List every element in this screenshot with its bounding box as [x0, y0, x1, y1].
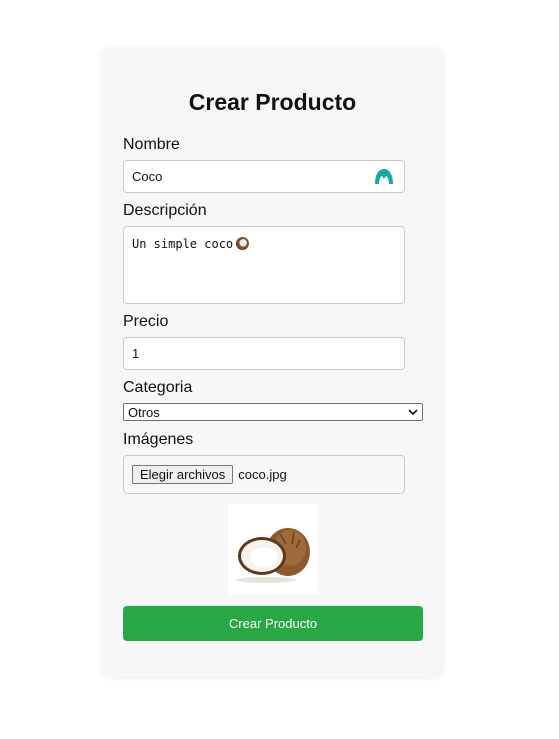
- chevron-down-icon: [408, 409, 418, 416]
- coconut-image: [236, 528, 310, 583]
- crear-producto-button[interactable]: Crear Producto: [123, 606, 423, 641]
- precio-label: Precio: [123, 313, 169, 330]
- imagenes-label: Imágenes: [123, 431, 194, 448]
- create-product-card: Crear Producto Nombre Coco Descripción U…: [102, 47, 443, 677]
- descripcion-value: Un simple coco: [132, 237, 234, 251]
- nombre-value: Coco: [132, 169, 163, 184]
- categoria-select[interactable]: Otros: [123, 403, 423, 421]
- page-title: Crear Producto: [188, 89, 357, 115]
- selected-file-name: coco.jpg: [238, 467, 287, 482]
- categoria-selected: Otros: [128, 404, 160, 420]
- categoria-label: Categoria: [123, 379, 193, 396]
- imagenes-file-input[interactable]: Elegir archivos coco.jpg: [123, 455, 405, 494]
- descripcion-textarea[interactable]: Un simple coco: [123, 226, 405, 304]
- choose-files-button[interactable]: Elegir archivos: [132, 465, 234, 484]
- image-preview: [228, 504, 318, 594]
- nombre-input[interactable]: Coco: [123, 160, 405, 193]
- nombre-label: Nombre: [123, 136, 180, 153]
- precio-value: 1: [132, 346, 140, 361]
- coconut-emoji: [236, 237, 250, 250]
- precio-input[interactable]: 1: [123, 337, 405, 370]
- descripcion-label: Descripción: [123, 202, 207, 219]
- autofill-extension-icon[interactable]: [374, 168, 394, 185]
